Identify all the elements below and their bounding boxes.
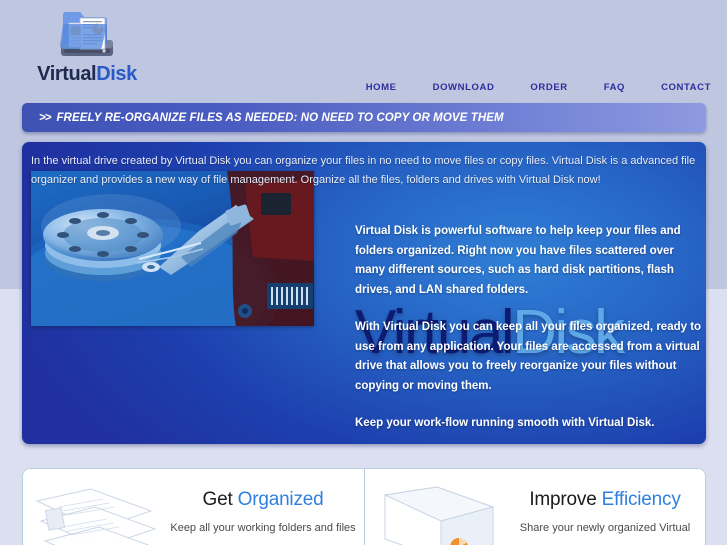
hero-paragraph-1: Virtual Disk is powerful software to hel… (355, 225, 681, 296)
nav-item-contact[interactable]: CONTACT (661, 82, 711, 93)
feature-title: Improve Efficiency (505, 489, 705, 511)
feature-body: Get Organized Keep all your working fold… (163, 489, 363, 536)
nav-item-download[interactable]: DOWNLOAD (433, 82, 495, 93)
hero-section: VirtualDisk In the virtual drive created… (22, 142, 706, 444)
tagline-banner: >> FREELY RE-ORGANIZE FILES AS NEEDED: NO… (22, 103, 706, 132)
feature-title: Get Organized (163, 489, 363, 511)
feature-title-part-2: Organized (237, 489, 324, 510)
disk-folder-icon (60, 12, 113, 56)
logo-word-virtual: Virtual (37, 63, 97, 85)
tagline-banner-text: >> FREELY RE-ORGANIZE FILES AS NEEDED: NO… (39, 112, 504, 124)
hero-paragraph-2: With Virtual Disk you can keep all your … (355, 321, 702, 392)
site-logo-text: VirtualDisk (22, 63, 152, 86)
hero-intro-text: In the virtual drive created by Virtual … (31, 155, 696, 186)
site-logo[interactable]: VirtualDisk (22, 4, 152, 86)
nav-item-faq[interactable]: FAQ (604, 82, 625, 93)
hero-paragraph-3: Keep your work-flow running smooth with … (355, 417, 655, 429)
nav-item-home[interactable]: HOME (366, 82, 397, 93)
feature-title-part-2: Efficiency (601, 489, 681, 510)
main-navigation: HOME DOWNLOAD ORDER FAQ CONTACT (366, 82, 711, 93)
tagline-text: FREELY RE-ORGANIZE FILES AS NEEDED: NO N… (56, 111, 504, 124)
hard-disk-platter-photo (31, 171, 314, 326)
open-folder-icon (383, 486, 495, 545)
feature-body: Improve Efficiency Share your newly orga… (505, 489, 705, 536)
hero-copy: Virtual Disk is powerful software to hel… (355, 222, 703, 444)
feature-get-organized: Get Organized Keep all your working fold… (22, 468, 364, 545)
feature-description: Share your newly organized Virtual (519, 522, 691, 534)
page-header: VirtualDisk HOME DOWNLOAD ORDER FAQ CONT… (0, 0, 727, 103)
feature-title-part-1: Get (202, 489, 233, 510)
features-section: Get Organized Keep all your working fold… (22, 468, 706, 545)
logo-word-disk: Disk (96, 63, 137, 85)
double-chevron-icon: >> (39, 111, 51, 124)
nav-item-order[interactable]: ORDER (530, 82, 567, 93)
feature-description: Keep all your working folders and files (170, 522, 356, 534)
feature-title-part-1: Improve (529, 489, 597, 510)
stacked-documents-icon (35, 488, 157, 545)
feature-improve-efficiency: Improve Efficiency Share your newly orga… (364, 468, 706, 545)
